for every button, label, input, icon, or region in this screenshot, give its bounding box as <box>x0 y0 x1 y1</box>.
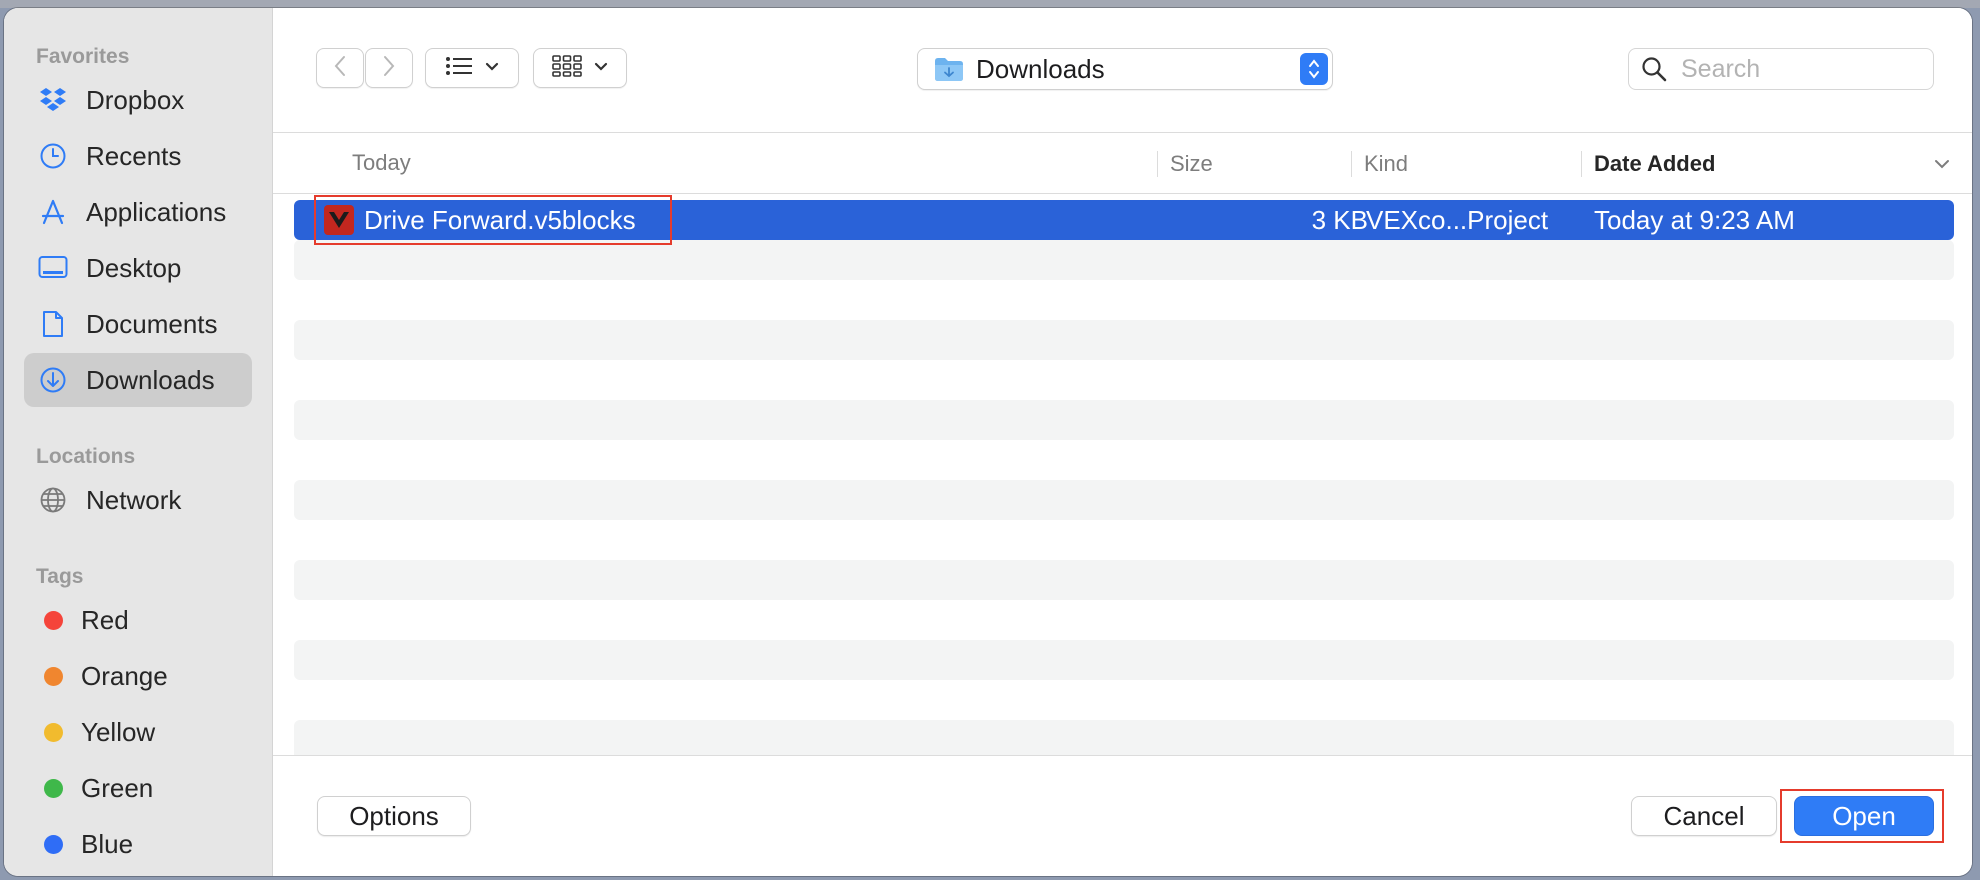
column-size[interactable]: Size <box>1157 151 1213 177</box>
sidebar-tag-red[interactable]: Red <box>24 593 252 647</box>
sidebar-item-label: Dropbox <box>86 84 185 115</box>
chevron-down-icon <box>594 59 608 77</box>
tag-dot-icon <box>44 610 63 630</box>
search-field[interactable] <box>1628 48 1934 90</box>
grid-icon <box>552 54 582 82</box>
column-name[interactable]: Today <box>340 133 411 193</box>
search-icon <box>1641 56 1667 82</box>
updown-chevron-icon <box>1300 53 1328 85</box>
file-size: 3 KB <box>1311 204 1368 235</box>
current-folder-label: Downloads <box>976 53 1105 84</box>
sidebar-tag-blue[interactable]: Blue <box>24 817 252 871</box>
sidebar-item-label: Downloads <box>86 364 215 395</box>
folder-path-popup[interactable]: Downloads <box>917 48 1333 90</box>
empty-row <box>294 360 1954 400</box>
sidebar-item-label: Recents <box>86 140 182 171</box>
empty-row <box>294 400 1954 440</box>
download-icon <box>38 365 68 395</box>
folder-icon <box>934 56 964 82</box>
empty-row <box>294 640 1954 680</box>
empty-row <box>294 320 1954 360</box>
chevron-right-icon <box>382 54 396 83</box>
sidebar-item-applications[interactable]: Applications <box>24 185 252 239</box>
empty-row <box>294 480 1954 520</box>
sidebar-item-network[interactable]: Network <box>24 473 252 527</box>
sidebar-item-label: Green <box>81 772 154 803</box>
globe-icon <box>38 485 68 515</box>
sidebar: Favorites Dropbox Recents Applications D… <box>4 8 273 876</box>
sidebar-item-downloads[interactable]: Downloads <box>24 353 252 407</box>
applications-icon <box>38 197 68 227</box>
search-input[interactable] <box>1679 53 1913 85</box>
sidebar-tag-green[interactable]: Green <box>24 761 252 815</box>
empty-row <box>294 520 1954 560</box>
tag-dot-icon <box>44 722 63 742</box>
back-button[interactable] <box>316 48 364 88</box>
file-kind: VEXco...Project <box>1366 204 1549 235</box>
desktop-icon <box>38 253 68 283</box>
tag-dot-icon <box>44 778 63 798</box>
column-kind[interactable]: Kind <box>1351 151 1408 177</box>
tag-dot-icon <box>44 834 63 854</box>
sidebar-item-label: Documents <box>86 308 218 339</box>
file-name: Drive Forward.v5blocks <box>364 204 636 235</box>
background-window-edge <box>0 0 1980 8</box>
list-view-button[interactable] <box>425 48 519 88</box>
sidebar-item-desktop[interactable]: Desktop <box>24 241 252 295</box>
sidebar-item-documents[interactable]: Documents <box>24 297 252 351</box>
empty-row <box>294 600 1954 640</box>
column-header: Today Size Kind Date Added <box>273 133 1972 194</box>
file-list: Drive Forward.v5blocks 3 KB VEXco...Proj… <box>294 200 1954 760</box>
sidebar-item-label: Desktop <box>86 252 182 283</box>
open-file-dialog: Favorites Dropbox Recents Applications D… <box>4 8 1972 876</box>
list-icon <box>445 56 473 81</box>
empty-row <box>294 440 1954 480</box>
cancel-button[interactable]: Cancel <box>1631 796 1777 836</box>
sidebar-item-dropbox[interactable]: Dropbox <box>24 73 252 127</box>
sidebar-section-locations: Locations <box>36 445 136 468</box>
sidebar-item-label: Orange <box>81 660 168 691</box>
sidebar-item-label: Yellow <box>81 716 156 747</box>
sidebar-tag-orange[interactable]: Orange <box>24 649 252 703</box>
clock-icon <box>38 141 68 171</box>
tag-dot-icon <box>44 666 63 686</box>
bottom-bar: Options Cancel Open <box>273 755 1972 876</box>
sidebar-section-tags: Tags <box>36 565 84 588</box>
empty-row <box>294 560 1954 600</box>
sidebar-tag-yellow[interactable]: Yellow <box>24 705 252 759</box>
sidebar-item-label: Blue <box>81 828 134 859</box>
table-row[interactable]: Drive Forward.v5blocks 3 KB VEXco...Proj… <box>294 200 1954 240</box>
chevron-down-icon[interactable] <box>1934 157 1950 175</box>
empty-row <box>294 280 1954 320</box>
sidebar-item-label: Applications <box>86 196 227 227</box>
options-button[interactable]: Options <box>317 796 471 836</box>
file-date-added: Today at 9:23 AM <box>1594 204 1795 235</box>
chevron-left-icon <box>333 54 347 83</box>
empty-row <box>294 720 1954 760</box>
sidebar-section-favorites: Favorites <box>36 45 130 68</box>
sidebar-item-recents[interactable]: Recents <box>24 129 252 183</box>
toolbar: Downloads <box>273 8 1972 133</box>
grid-view-button[interactable] <box>533 48 627 88</box>
dropbox-icon <box>38 85 68 115</box>
empty-row <box>294 240 1954 280</box>
chevron-down-icon <box>485 59 499 77</box>
column-date-added[interactable]: Date Added <box>1581 151 1715 177</box>
sidebar-item-label: Network <box>86 484 182 515</box>
vexcode-project-icon <box>324 205 354 235</box>
forward-button[interactable] <box>365 48 413 88</box>
document-icon <box>38 309 68 339</box>
sidebar-item-label: Red <box>81 604 129 635</box>
open-button[interactable]: Open <box>1794 796 1934 836</box>
empty-row <box>294 680 1954 720</box>
